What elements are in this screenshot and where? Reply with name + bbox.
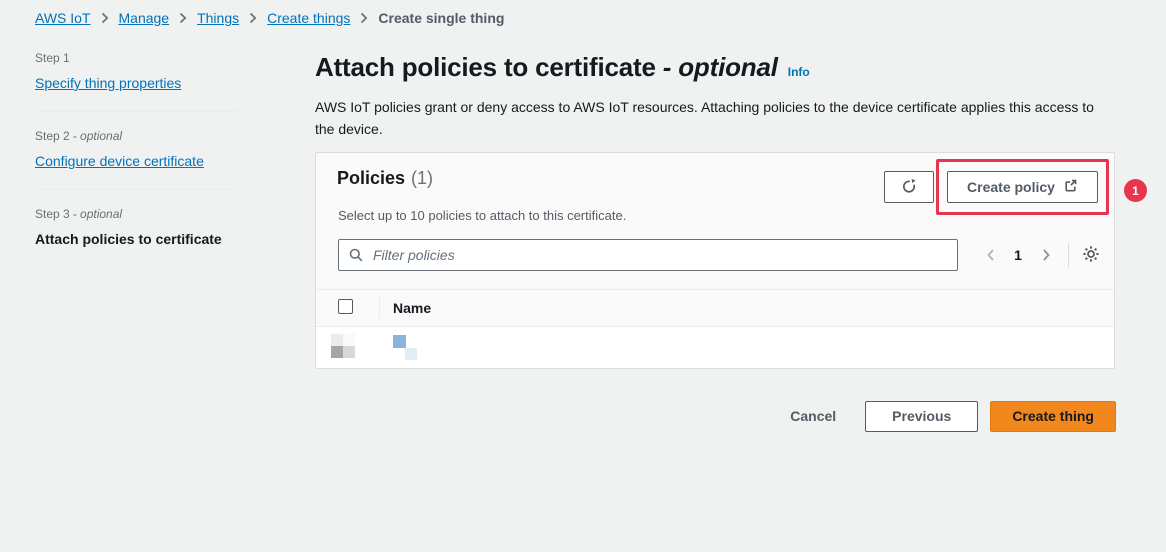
step-3-label: Step 3- optional [35,207,239,221]
external-link-icon [1063,178,1078,196]
page-title: Attach policies to certificate- optional [315,52,778,83]
panel-divider [316,289,1114,290]
panel-count: (1) [411,168,433,188]
refresh-button[interactable] [884,171,934,203]
create-policy-label: Create policy [967,179,1055,195]
step-optional-tag: - optional [73,129,122,143]
sidebar-current-step-attach-policies: Attach policies to certificate [35,231,239,247]
wizard-step-1: Step 1 Specify thing properties [35,51,239,93]
sidebar-divider [35,111,239,112]
next-page-button[interactable] [1032,241,1060,269]
page-title-optional: - optional [663,52,778,82]
redacted-policy-name-pixels [393,335,406,348]
step-2-label: Step 2- optional [35,129,239,143]
chevron-right-icon [249,12,257,24]
policies-panel: Policies (1) Select up to 10 policies to … [315,152,1115,369]
panel-subtitle: Select up to 10 policies to attach to th… [338,208,626,223]
previous-button[interactable]: Previous [865,401,978,432]
redacted-checkbox-pixels [331,346,343,358]
step-number: Step 2 [35,129,70,143]
pagination: 1 [976,239,1105,271]
settings-gear-button[interactable] [1077,241,1105,269]
page-description: AWS IoT policies grant or deny access to… [315,96,1107,140]
breadcrumb-link-manage[interactable]: Manage [119,10,170,26]
select-all-checkbox[interactable] [338,299,353,314]
breadcrumb-current: Create single thing [378,10,504,26]
redacted-policy-name-pixels [405,348,417,360]
gear-icon [1082,245,1100,266]
sidebar-link-configure-device-certificate[interactable]: Configure device certificate [35,153,204,169]
redacted-checkbox-pixels [331,334,343,346]
info-link[interactable]: Info [788,65,810,79]
redacted-checkbox-pixels [343,346,355,358]
step-number: Step 1 [35,51,70,65]
step-number: Step 3 [35,207,70,221]
create-thing-button[interactable]: Create thing [990,401,1116,432]
sidebar-divider [35,189,239,190]
panel-title: Policies (1) [337,168,433,189]
chevron-right-icon [101,12,109,24]
chevron-right-icon [360,12,368,24]
breadcrumb-link-aws-iot[interactable]: AWS IoT [35,10,91,26]
policy-table-row[interactable] [316,327,1114,368]
aws-iot-create-thing-page: AWS IoT Manage Things Create things Crea… [0,0,1166,552]
previous-page-button[interactable] [976,241,1004,269]
page-header: Attach policies to certificate- optional… [315,52,1115,140]
panel-title-text: Policies [337,168,405,188]
filter-policies-field [338,239,958,271]
create-policy-button[interactable]: Create policy [947,171,1098,203]
redacted-checkbox-pixels [343,334,355,346]
filter-policies-input[interactable] [338,239,958,271]
cancel-button[interactable]: Cancel [790,408,836,424]
sidebar-link-specify-thing-properties[interactable]: Specify thing properties [35,75,181,91]
breadcrumb-link-create-things[interactable]: Create things [267,10,350,26]
step-optional-tag: - optional [73,207,122,221]
breadcrumb: AWS IoT Manage Things Create things Crea… [35,10,504,26]
current-page-number: 1 [1004,247,1032,263]
page-title-text: Attach policies to certificate [315,52,656,82]
wizard-step-2: Step 2- optional Configure device certif… [35,129,239,171]
chevron-right-icon [179,12,187,24]
step-1-label: Step 1 [35,51,239,65]
pagination-divider [1068,243,1069,267]
column-divider [379,296,380,318]
breadcrumb-link-things[interactable]: Things [197,10,239,26]
wizard-step-3: Step 3- optional Attach policies to cert… [35,207,239,247]
refresh-icon [901,178,917,197]
annotation-badge-1: 1 [1124,179,1147,202]
wizard-footer-actions: Cancel Previous Create thing [315,400,1116,432]
name-column-header: Name [393,300,431,316]
wizard-steps-sidebar: Step 1 Specify thing properties Step 2- … [35,51,239,247]
